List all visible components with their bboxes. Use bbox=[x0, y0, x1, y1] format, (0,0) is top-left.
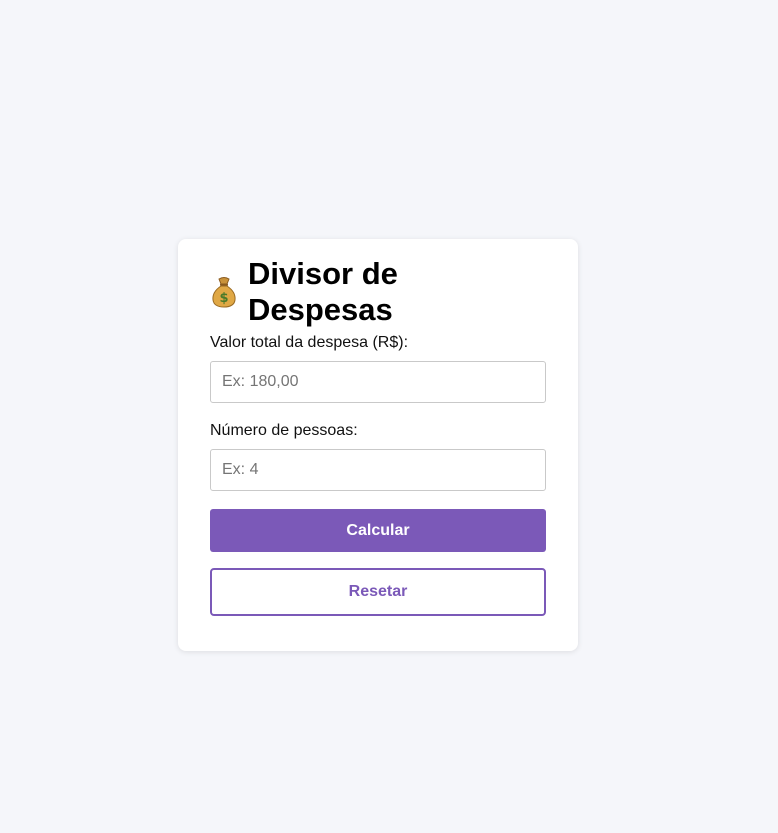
expense-divider-card: $ Divisor de Despesas Valor total da des… bbox=[178, 239, 578, 651]
calculate-button[interactable]: Calcular bbox=[210, 509, 546, 552]
people-count-input[interactable] bbox=[210, 449, 546, 491]
people-count-label: Número de pessoas: bbox=[210, 422, 358, 439]
svg-text:$: $ bbox=[219, 291, 228, 306]
money-bag-icon: $ bbox=[210, 276, 238, 308]
page-title: $ Divisor de Despesas bbox=[210, 256, 546, 327]
page-title-text: Divisor de Despesas bbox=[248, 256, 398, 327]
total-amount-label: Valor total da despesa (R$): bbox=[210, 334, 409, 351]
reset-button[interactable]: Resetar bbox=[210, 568, 546, 616]
total-amount-input[interactable] bbox=[210, 361, 546, 403]
